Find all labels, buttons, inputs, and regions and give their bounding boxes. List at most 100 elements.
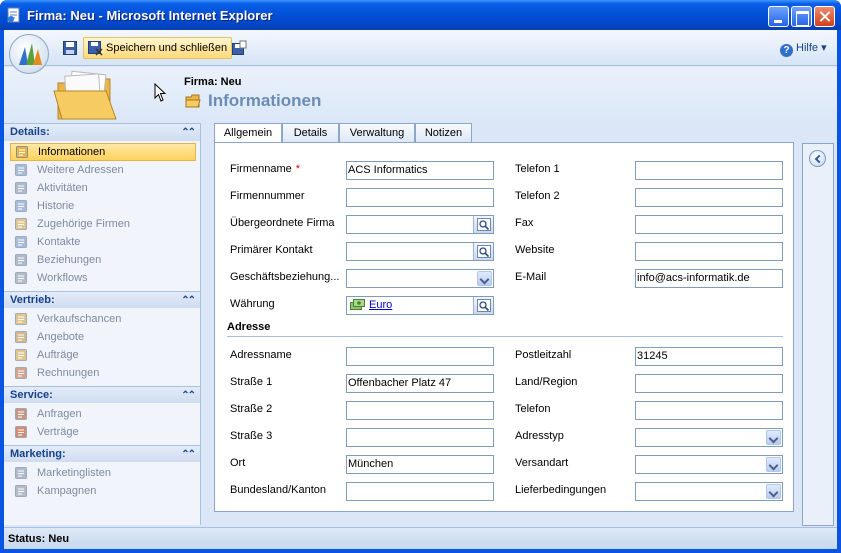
sidebar-item-workflows[interactable]: Workflows (10, 269, 196, 287)
telefon2-input[interactable] (635, 188, 783, 207)
nav-group-header[interactable]: Vertrieb: ⌃⌃ (4, 291, 200, 308)
sidebar-item-kampagnen[interactable]: Kampagnen (10, 482, 196, 500)
strasse1-input[interactable]: Offenbacher Platz 47 (346, 374, 494, 393)
sidebar-item-anfragen[interactable]: Anfragen (10, 405, 196, 423)
sidebar-item-beziehungen[interactable]: Beziehungen (10, 251, 196, 269)
sidebar-item-aufträge[interactable]: Aufträge (10, 346, 196, 364)
chevron-left-icon[interactable] (809, 150, 826, 167)
ort-input[interactable]: München (346, 455, 494, 474)
sidebar-item-informationen[interactable]: Informationen (10, 143, 196, 161)
close-window-button[interactable] (814, 6, 835, 27)
strasse3-label: Straße 3 (230, 430, 273, 442)
adresstyp-select[interactable] (635, 428, 783, 447)
lookup-button[interactable] (473, 216, 493, 233)
save-new-icon[interactable] (231, 40, 247, 56)
waehrung-link[interactable]: Euro (369, 299, 392, 311)
lieferbedingungen-select[interactable] (635, 482, 783, 501)
sidebar-item-label: Rechnungen (37, 367, 100, 379)
form-header: Firma: Neu Informationen (4, 67, 837, 123)
nav-group-title: Vertrieb: (10, 294, 55, 306)
sidebar-item-label: Kontakte (37, 236, 81, 248)
help-menu[interactable]: ? Hilfe ▾ (780, 41, 827, 57)
strasse2-input[interactable] (346, 401, 494, 420)
geschaeftsbeziehung-select[interactable] (346, 269, 494, 288)
sidebar-item-zugehörige-firmen[interactable]: Zugehörige Firmen (10, 215, 196, 233)
nav-group-header[interactable]: Details: ⌃⌃ (4, 124, 200, 141)
collapse-chevron-icon[interactable]: ⌃⌃ (181, 292, 196, 309)
save-and-close-button[interactable]: Speichern und schließen (83, 37, 233, 59)
sidebar-item-kontakte[interactable]: Kontakte (10, 233, 196, 251)
nav-group-header[interactable]: Marketing: ⌃⌃ (4, 445, 200, 462)
relationships-icon (15, 254, 27, 266)
tab-verwaltung[interactable]: Verwaltung (339, 123, 415, 142)
sidebar-item-rechnungen[interactable]: Rechnungen (10, 364, 196, 382)
email-input[interactable]: info@acs-informatik.de (635, 269, 783, 288)
sidebar-item-label: Aufträge (37, 349, 79, 361)
dropdown-arrow-icon[interactable] (477, 271, 492, 286)
browser-window: Firma: Neu - Microsoft Internet Explorer… (0, 0, 841, 553)
adressname-input[interactable] (346, 347, 494, 366)
nav-group-header[interactable]: Service: ⌃⌃ (4, 386, 200, 403)
sidebar-item-verkaufschancen[interactable]: Verkaufschancen (10, 310, 196, 328)
sidebar-item-weitere-adressen[interactable]: Weitere Adressen (10, 161, 196, 179)
strasse3-input[interactable] (346, 428, 494, 447)
save-icon[interactable] (62, 40, 78, 56)
help-label: Hilfe (796, 42, 819, 54)
bundesland-input[interactable] (346, 482, 494, 501)
firmennummer-input[interactable] (346, 188, 494, 207)
uebergeordnete-firma-lookup[interactable] (346, 215, 494, 234)
adresstyp-label: Adresstyp (515, 430, 564, 442)
dropdown-arrow-icon[interactable] (766, 430, 781, 445)
collapse-chevron-icon[interactable]: ⌃⌃ (181, 387, 196, 404)
history-clock-icon (15, 200, 27, 212)
firmenname-label: Firmenname * (230, 163, 301, 175)
telefon-input[interactable] (635, 401, 783, 420)
fax-input[interactable] (635, 215, 783, 234)
telefon1-input[interactable] (635, 161, 783, 180)
title-bar[interactable]: Firma: Neu - Microsoft Internet Explorer (0, 0, 841, 30)
uebergeordnete-firma-label: Übergeordnete Firma (230, 217, 335, 229)
collapse-chevron-icon[interactable]: ⌃⌃ (181, 446, 196, 463)
versandart-label: Versandart (515, 457, 569, 469)
sidebar-item-angebote[interactable]: Angebote (10, 328, 196, 346)
sidebar-item-label: Aktivitäten (37, 182, 88, 194)
form-panel-allgemein: Firmenname * ACS Informatics Firmennummer… (214, 142, 794, 512)
sidebar-item-label: Workflows (37, 272, 88, 284)
case-briefcase-icon (15, 408, 27, 420)
maximize-button[interactable] (791, 6, 812, 27)
land-region-input[interactable] (635, 374, 783, 393)
waehrung-lookup[interactable]: Euro (346, 296, 494, 315)
postleitzahl-input[interactable]: 31245 (635, 347, 783, 366)
activities-icon (15, 182, 27, 194)
dropdown-arrow-icon[interactable] (766, 484, 781, 499)
versandart-select[interactable] (635, 455, 783, 474)
firmenname-input[interactable]: ACS Informatics (346, 161, 494, 180)
collapse-chevron-icon[interactable]: ⌃⌃ (181, 124, 196, 141)
workflow-gear-icon (15, 272, 27, 284)
related-accounts-icon (15, 218, 27, 230)
tab-details[interactable]: Details (282, 123, 339, 142)
tab-allgemein[interactable]: Allgemein (214, 123, 282, 143)
website-input[interactable] (635, 242, 783, 261)
sidebar-item-verträge[interactable]: Verträge (10, 423, 196, 441)
sidebar-item-marketinglisten[interactable]: Marketinglisten (10, 464, 196, 482)
crm-logo-icon (19, 43, 42, 65)
tab-notizen[interactable]: Notizen (415, 123, 472, 142)
website-label: Website (515, 244, 555, 256)
dropdown-arrow-icon[interactable] (766, 457, 781, 472)
crm-logo[interactable] (9, 34, 49, 74)
lookup-button[interactable] (473, 243, 493, 260)
primaerer-kontakt-lookup[interactable] (346, 242, 494, 261)
sidebar-item-historie[interactable]: Historie (10, 197, 196, 215)
adressname-label: Adressname (230, 349, 292, 361)
lookup-button[interactable] (473, 297, 493, 314)
lieferbedingungen-label: Lieferbedingungen (515, 484, 607, 496)
telefon-label: Telefon (515, 403, 551, 415)
minimize-button[interactable] (768, 6, 789, 27)
telefon1-label: Telefon 1 (515, 163, 560, 175)
sidebar-item-aktivitäten[interactable]: Aktivitäten (10, 179, 196, 197)
ort-label: Ort (230, 457, 246, 469)
nav-group-title: Details: (10, 126, 50, 138)
nav-group-details: Details: ⌃⌃ Informationen Weitere Adressen A… (4, 124, 200, 291)
geschaeftsbeziehung-label: Geschäftsbeziehung... (230, 271, 340, 283)
